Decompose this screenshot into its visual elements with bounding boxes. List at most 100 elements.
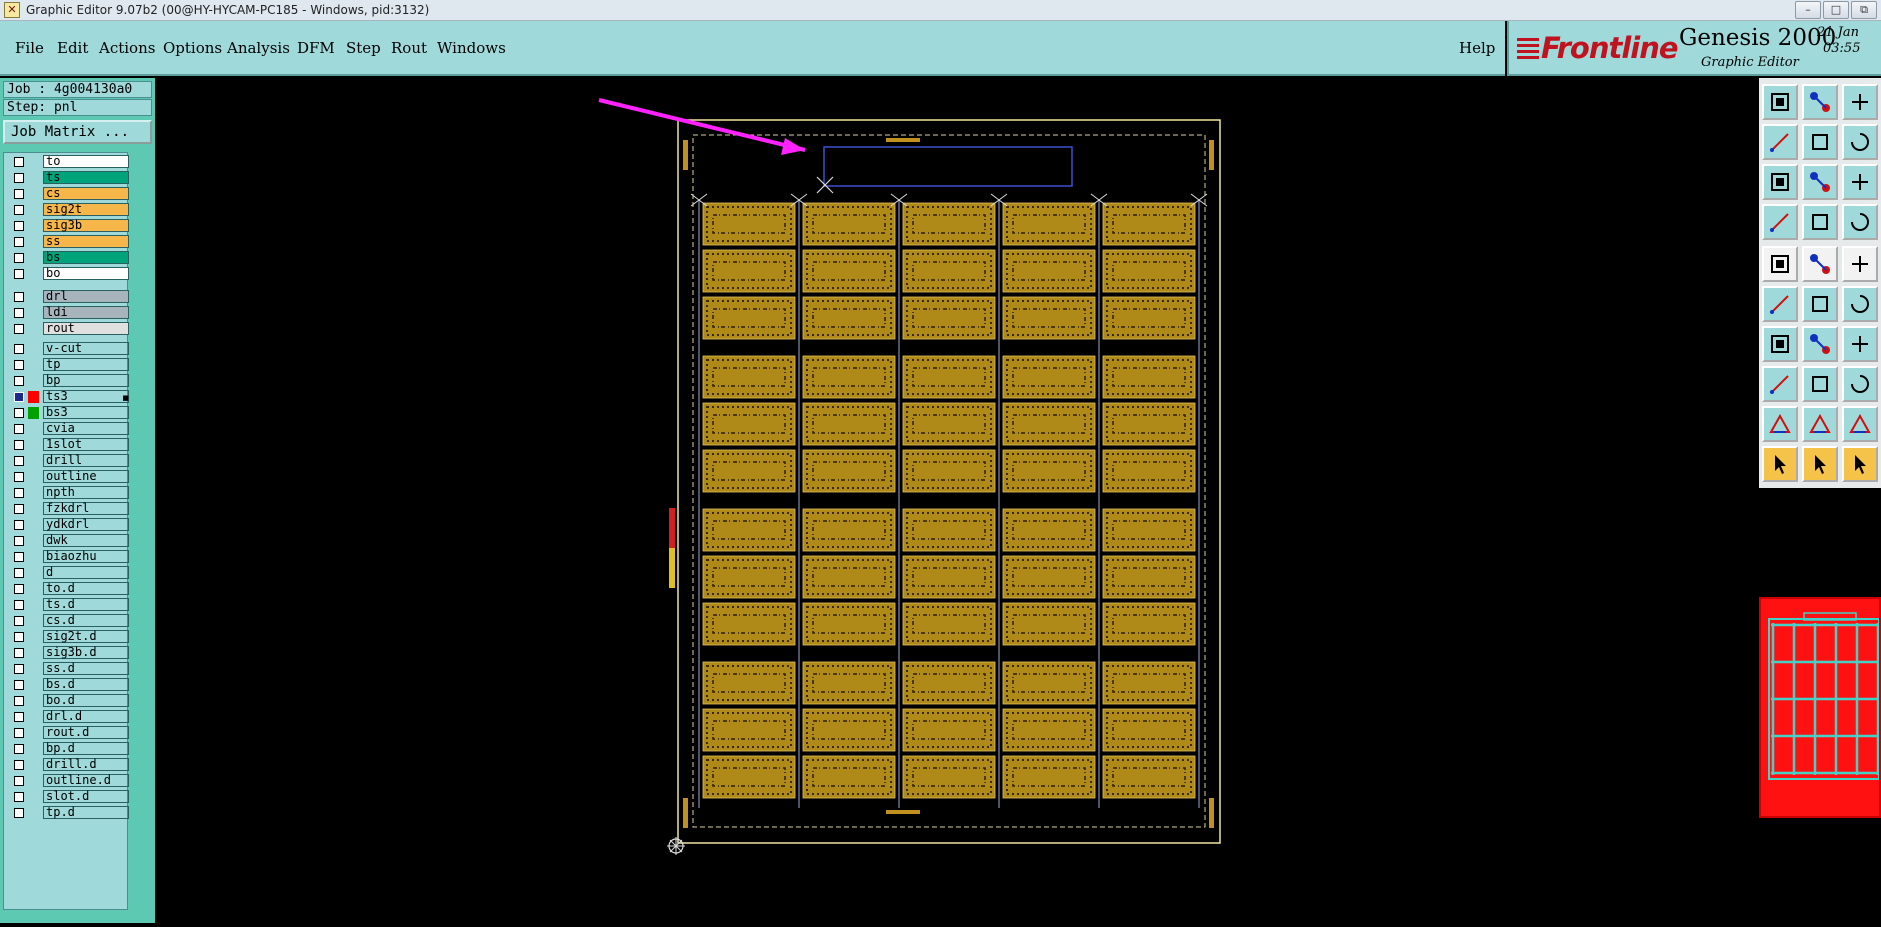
connect-nodes-button[interactable] bbox=[1762, 286, 1798, 322]
select-box-button[interactable] bbox=[1802, 446, 1838, 482]
minimap[interactable] bbox=[1759, 597, 1881, 818]
layer-checkbox[interactable] bbox=[14, 456, 24, 466]
layer-checkbox[interactable] bbox=[14, 324, 24, 334]
layer-row-bs3[interactable]: bs3 bbox=[7, 406, 129, 420]
select-filter-button[interactable] bbox=[1842, 446, 1878, 482]
layer-row-bo-d[interactable]: bo.d bbox=[7, 694, 129, 708]
layer-row-to[interactable]: to bbox=[7, 155, 129, 169]
layer-name[interactable]: drill bbox=[43, 454, 129, 467]
layer-checkbox[interactable] bbox=[14, 552, 24, 562]
layer-checkbox[interactable] bbox=[14, 292, 24, 302]
minimize-button[interactable]: – bbox=[1795, 1, 1821, 19]
layer-row-bp-d[interactable]: bp.d bbox=[7, 742, 129, 756]
layer-row-d[interactable]: d bbox=[7, 566, 129, 580]
layer-name[interactable]: drill.d bbox=[43, 758, 129, 771]
layer-row-drill-d[interactable]: drill.d bbox=[7, 758, 129, 772]
layer-name[interactable]: outline bbox=[43, 470, 129, 483]
arc-button[interactable] bbox=[1842, 326, 1878, 362]
layer-row-fzkdrl[interactable]: fzkdrl bbox=[7, 502, 129, 516]
layer-row-ts[interactable]: ts bbox=[7, 171, 129, 185]
job-matrix-button[interactable]: Job Matrix ... bbox=[3, 120, 152, 144]
layer-name[interactable]: ldi bbox=[43, 306, 129, 319]
layer-row-ss[interactable]: ss bbox=[7, 235, 129, 249]
layer-checkbox[interactable] bbox=[14, 664, 24, 674]
layer-row-cs[interactable]: cs bbox=[7, 187, 129, 201]
layer-row-ydkdrl[interactable]: ydkdrl bbox=[7, 518, 129, 532]
layer-name[interactable]: 1slot bbox=[43, 438, 129, 451]
layer-name[interactable]: sig3b bbox=[43, 219, 129, 232]
layer-row-sig3b[interactable]: sig3b bbox=[7, 219, 129, 233]
layer-name[interactable]: v-cut bbox=[43, 342, 129, 355]
layer-row-bs[interactable]: bs bbox=[7, 251, 129, 265]
layer-row-slot-d[interactable]: slot.d bbox=[7, 790, 129, 804]
camera-button[interactable] bbox=[1762, 246, 1798, 282]
horizontal-line-button[interactable] bbox=[1802, 366, 1838, 402]
layer-row-ldi[interactable]: ldi bbox=[7, 306, 129, 320]
menu-actions[interactable]: Actions bbox=[99, 39, 155, 57]
menu-options[interactable]: Options bbox=[163, 39, 222, 57]
zoom-right-button[interactable] bbox=[1802, 124, 1838, 160]
layer-name[interactable]: ts.d bbox=[43, 598, 129, 611]
layer-row-rout-d[interactable]: rout.d bbox=[7, 726, 129, 740]
layer-toggle-button[interactable] bbox=[1842, 204, 1878, 240]
layer-name[interactable]: drl bbox=[43, 290, 129, 303]
layer-checkbox[interactable] bbox=[14, 205, 24, 215]
layer-name[interactable]: dwk bbox=[43, 534, 129, 547]
layer-checkbox[interactable] bbox=[14, 189, 24, 199]
layer-checkbox[interactable] bbox=[14, 308, 24, 318]
layer-row-tp[interactable]: tp bbox=[7, 358, 129, 372]
layer-name[interactable]: rout.d bbox=[43, 726, 129, 739]
layer-name[interactable]: cs bbox=[43, 187, 129, 200]
zoom-back-button[interactable] bbox=[1842, 124, 1878, 160]
layer-row-bs-d[interactable]: bs.d bbox=[7, 678, 129, 692]
layer-name[interactable]: bs.d bbox=[43, 678, 129, 691]
layer-checkbox[interactable] bbox=[14, 584, 24, 594]
layer-name[interactable]: ts bbox=[43, 171, 129, 184]
layer-row-sig2t-d[interactable]: sig2t.d bbox=[7, 630, 129, 644]
pad-add-button[interactable] bbox=[1762, 366, 1798, 402]
layer-row-bo[interactable]: bo bbox=[7, 267, 129, 281]
layer-name[interactable]: cs.d bbox=[43, 614, 129, 627]
layer-checkbox[interactable] bbox=[14, 648, 24, 658]
transform-button[interactable] bbox=[1802, 246, 1838, 282]
restore-button[interactable]: ⧉ bbox=[1851, 1, 1877, 19]
triangle-outline-button[interactable] bbox=[1762, 406, 1798, 442]
layer-name[interactable]: ts3 bbox=[43, 390, 129, 403]
save-button[interactable] bbox=[1802, 84, 1838, 120]
layer-checkbox[interactable] bbox=[14, 344, 24, 354]
layer-name[interactable]: tp.d bbox=[43, 806, 129, 819]
layer-checkbox[interactable] bbox=[14, 376, 24, 386]
pen-draw-button[interactable] bbox=[1802, 326, 1838, 362]
open-job-button[interactable] bbox=[1762, 84, 1798, 120]
menu-edit[interactable]: Edit bbox=[57, 39, 88, 57]
layer-checkbox[interactable] bbox=[14, 712, 24, 722]
layer-row-drl-d[interactable]: drl.d bbox=[7, 710, 129, 724]
layer-name[interactable]: tp bbox=[43, 358, 129, 371]
layer-checkbox[interactable] bbox=[14, 221, 24, 231]
angle-line-button[interactable] bbox=[1762, 326, 1798, 362]
layer-name[interactable]: ss.d bbox=[43, 662, 129, 675]
delete-feature-button[interactable] bbox=[1802, 286, 1838, 322]
layer-checkbox[interactable] bbox=[14, 632, 24, 642]
layer-name[interactable]: rout bbox=[43, 322, 129, 335]
select-pointer-button[interactable] bbox=[1762, 446, 1798, 482]
layer-row-1slot[interactable]: 1slot bbox=[7, 438, 129, 452]
layer-name[interactable]: bp.d bbox=[43, 742, 129, 755]
layer-name[interactable]: bs3 bbox=[43, 406, 129, 419]
layer-row-rout[interactable]: rout bbox=[7, 322, 129, 336]
layer-checkbox[interactable] bbox=[14, 600, 24, 610]
layer-row-ts-d[interactable]: ts.d bbox=[7, 598, 129, 612]
layer-name[interactable]: ydkdrl bbox=[43, 518, 129, 531]
layer-checkbox[interactable] bbox=[14, 392, 24, 402]
layer-name[interactable]: to bbox=[43, 155, 129, 168]
layer-row-drl[interactable]: drl bbox=[7, 290, 129, 304]
layer-name[interactable]: bo bbox=[43, 267, 129, 280]
maximize-button[interactable]: □ bbox=[1823, 1, 1849, 19]
layer-checkbox[interactable] bbox=[14, 696, 24, 706]
layer-checkbox[interactable] bbox=[14, 616, 24, 626]
layer-name[interactable]: sig2t bbox=[43, 203, 129, 216]
home-button[interactable] bbox=[1842, 84, 1878, 120]
dimension-button[interactable] bbox=[1842, 366, 1878, 402]
layer-checkbox[interactable] bbox=[14, 440, 24, 450]
layer-checkbox[interactable] bbox=[14, 776, 24, 786]
